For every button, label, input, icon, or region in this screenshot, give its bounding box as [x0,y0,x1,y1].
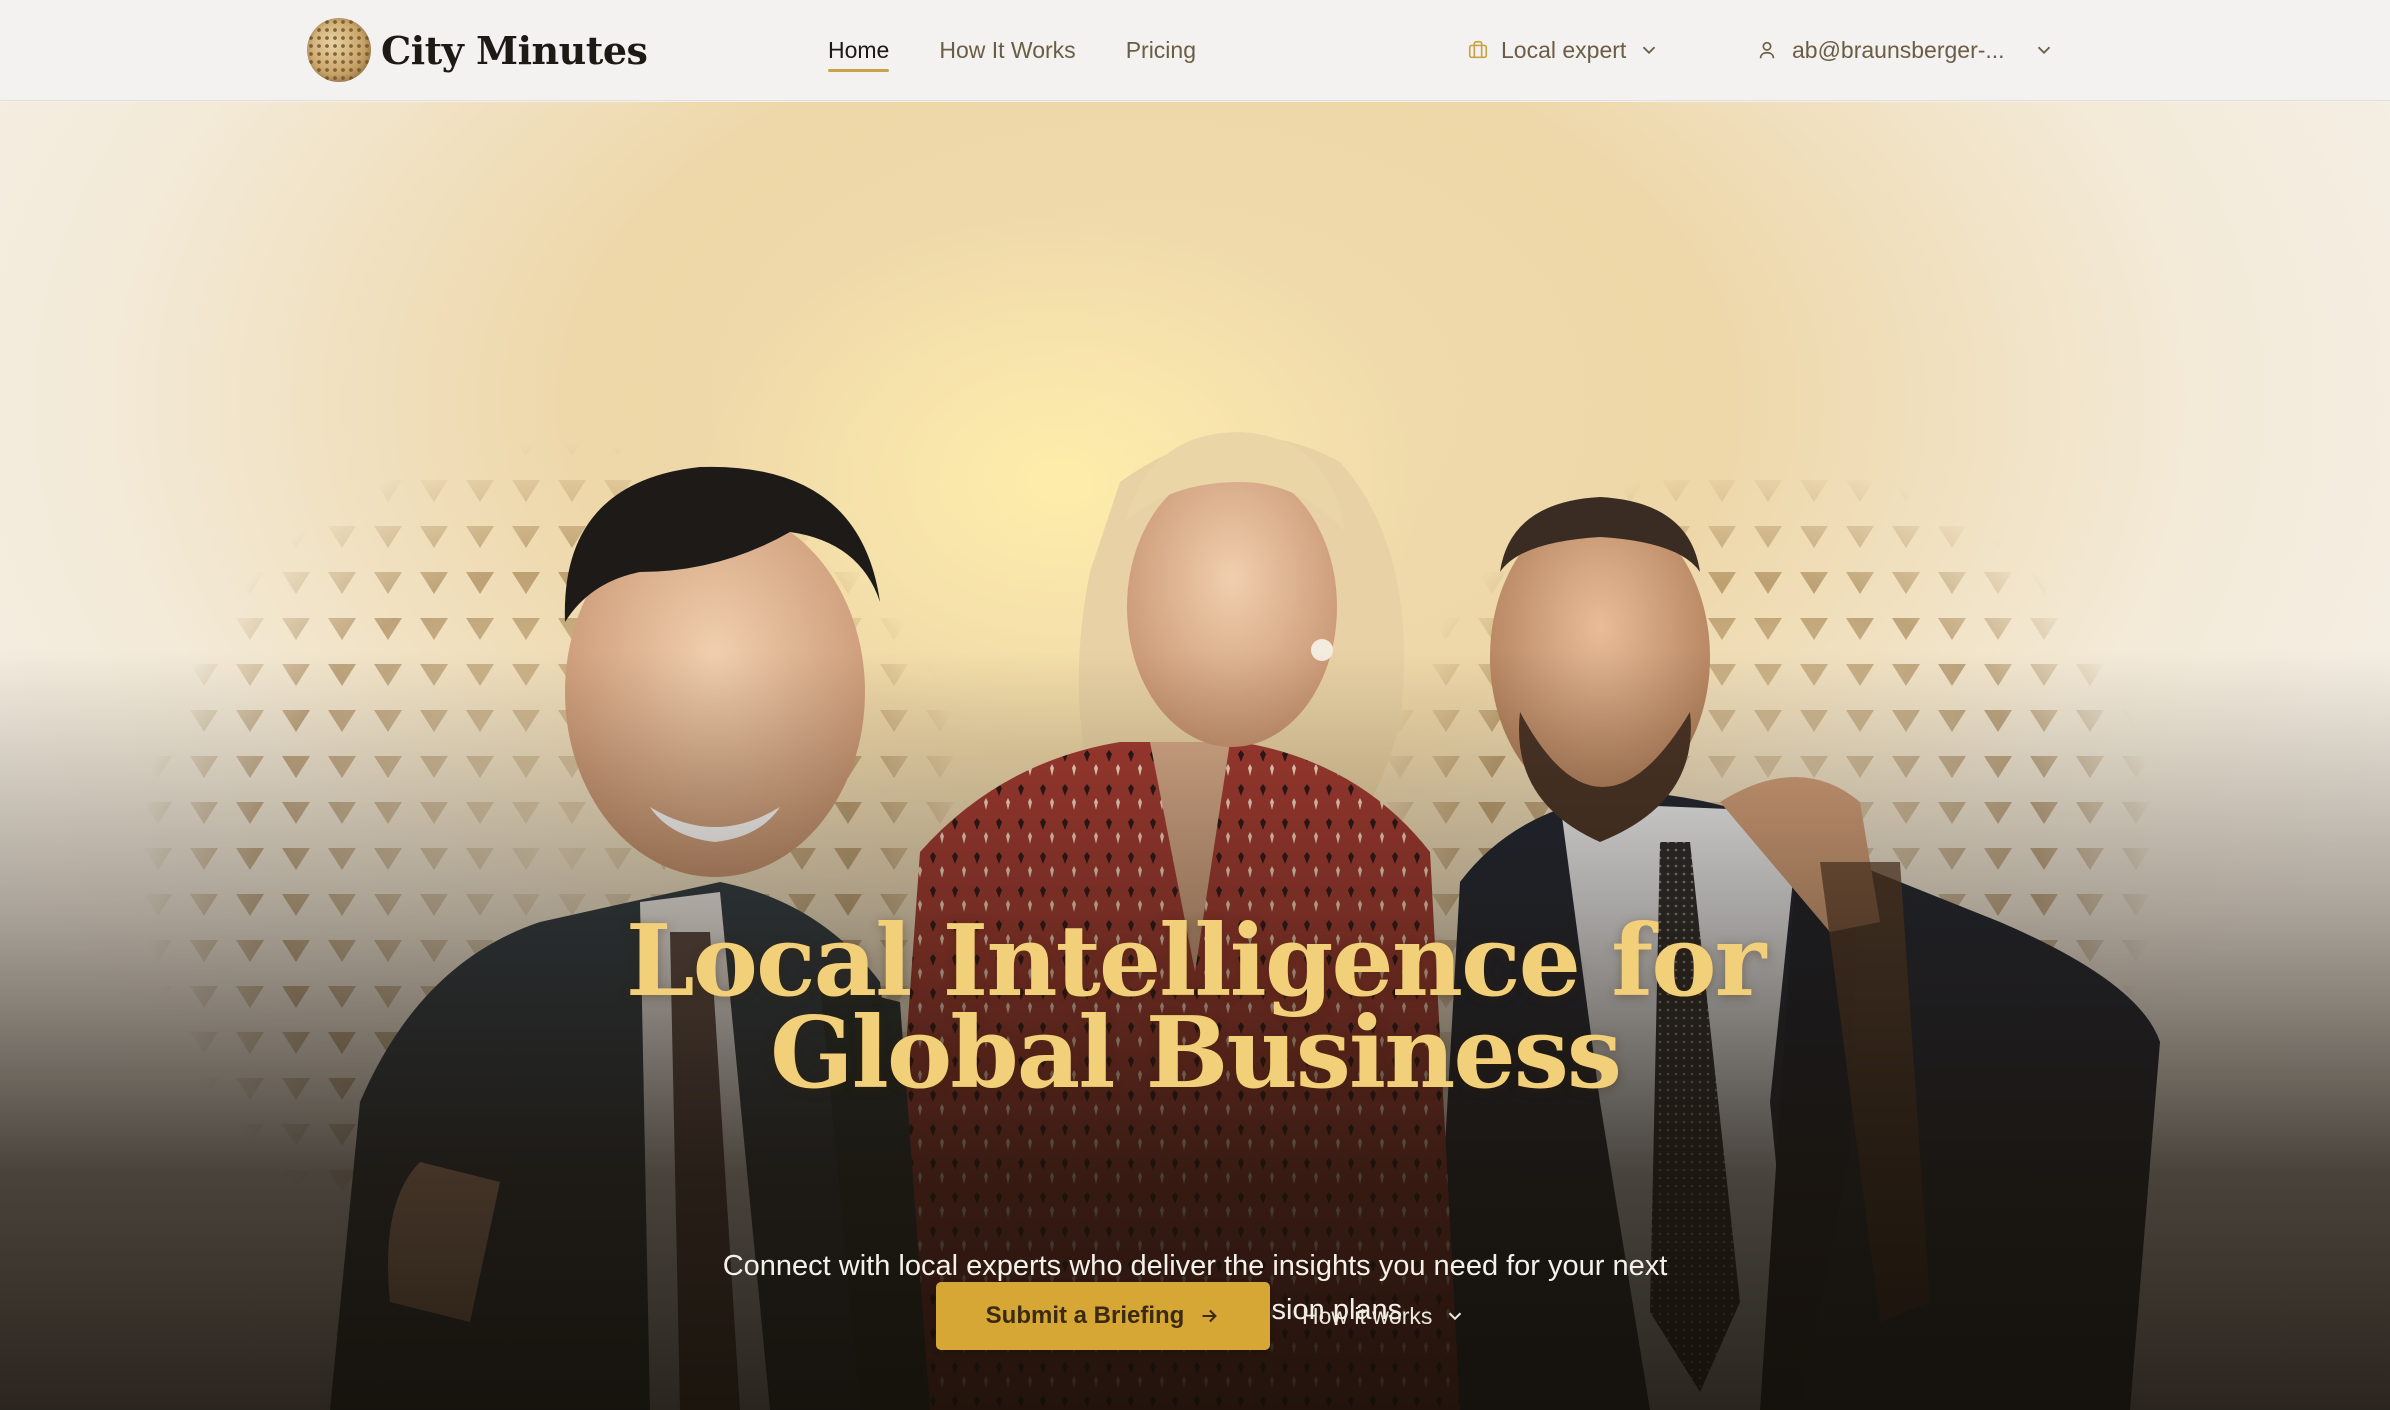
hero-title: Local Intelligence for Global Business [0,913,2390,1103]
role-selector[interactable]: Local expert [1467,30,1660,70]
hero-section: Local Intelligence for Global Business C… [0,102,2390,1410]
logo[interactable]: City Minutes [307,17,648,83]
how-it-works-button[interactable]: How it works [1290,1282,1478,1350]
nav-link-pricing[interactable]: Pricing [1126,31,1196,70]
logo-text: City Minutes [381,27,648,73]
submit-briefing-label: Submit a Briefing [985,1302,1185,1329]
how-it-works-label: How it works [1302,1302,1433,1329]
nav-link-how-it-works[interactable]: How It Works [939,31,1075,70]
top-navbar: City Minutes Home How It Works Pricing L… [0,0,2390,101]
user-menu[interactable]: ab@braunsberger-... [1756,30,2055,70]
briefcase-icon [1468,40,1488,59]
arrow-right-icon [1202,1309,1218,1323]
hero-gradient-overlay [0,102,2390,1410]
hero-title-line2: Global Business [769,996,1622,1111]
chevron-down-icon [1449,1312,1462,1321]
hero-actions: Submit a Briefing How it works [936,1282,1478,1350]
chevron-down-icon [2037,46,2050,55]
chevron-down-icon [1643,46,1656,55]
nav-link-home[interactable]: Home [828,31,890,72]
role-selector-label: Local expert [1501,36,1627,63]
user-email: ab@braunsberger-... [1792,36,2005,63]
user-icon [1759,41,1775,59]
submit-briefing-button[interactable]: Submit a Briefing [936,1282,1270,1350]
main-nav: Home How It Works Pricing [828,0,1196,101]
globe-logo-icon [307,18,371,82]
hero-subtitle-line1: Connect with local experts who deliver t… [722,1250,1668,1282]
